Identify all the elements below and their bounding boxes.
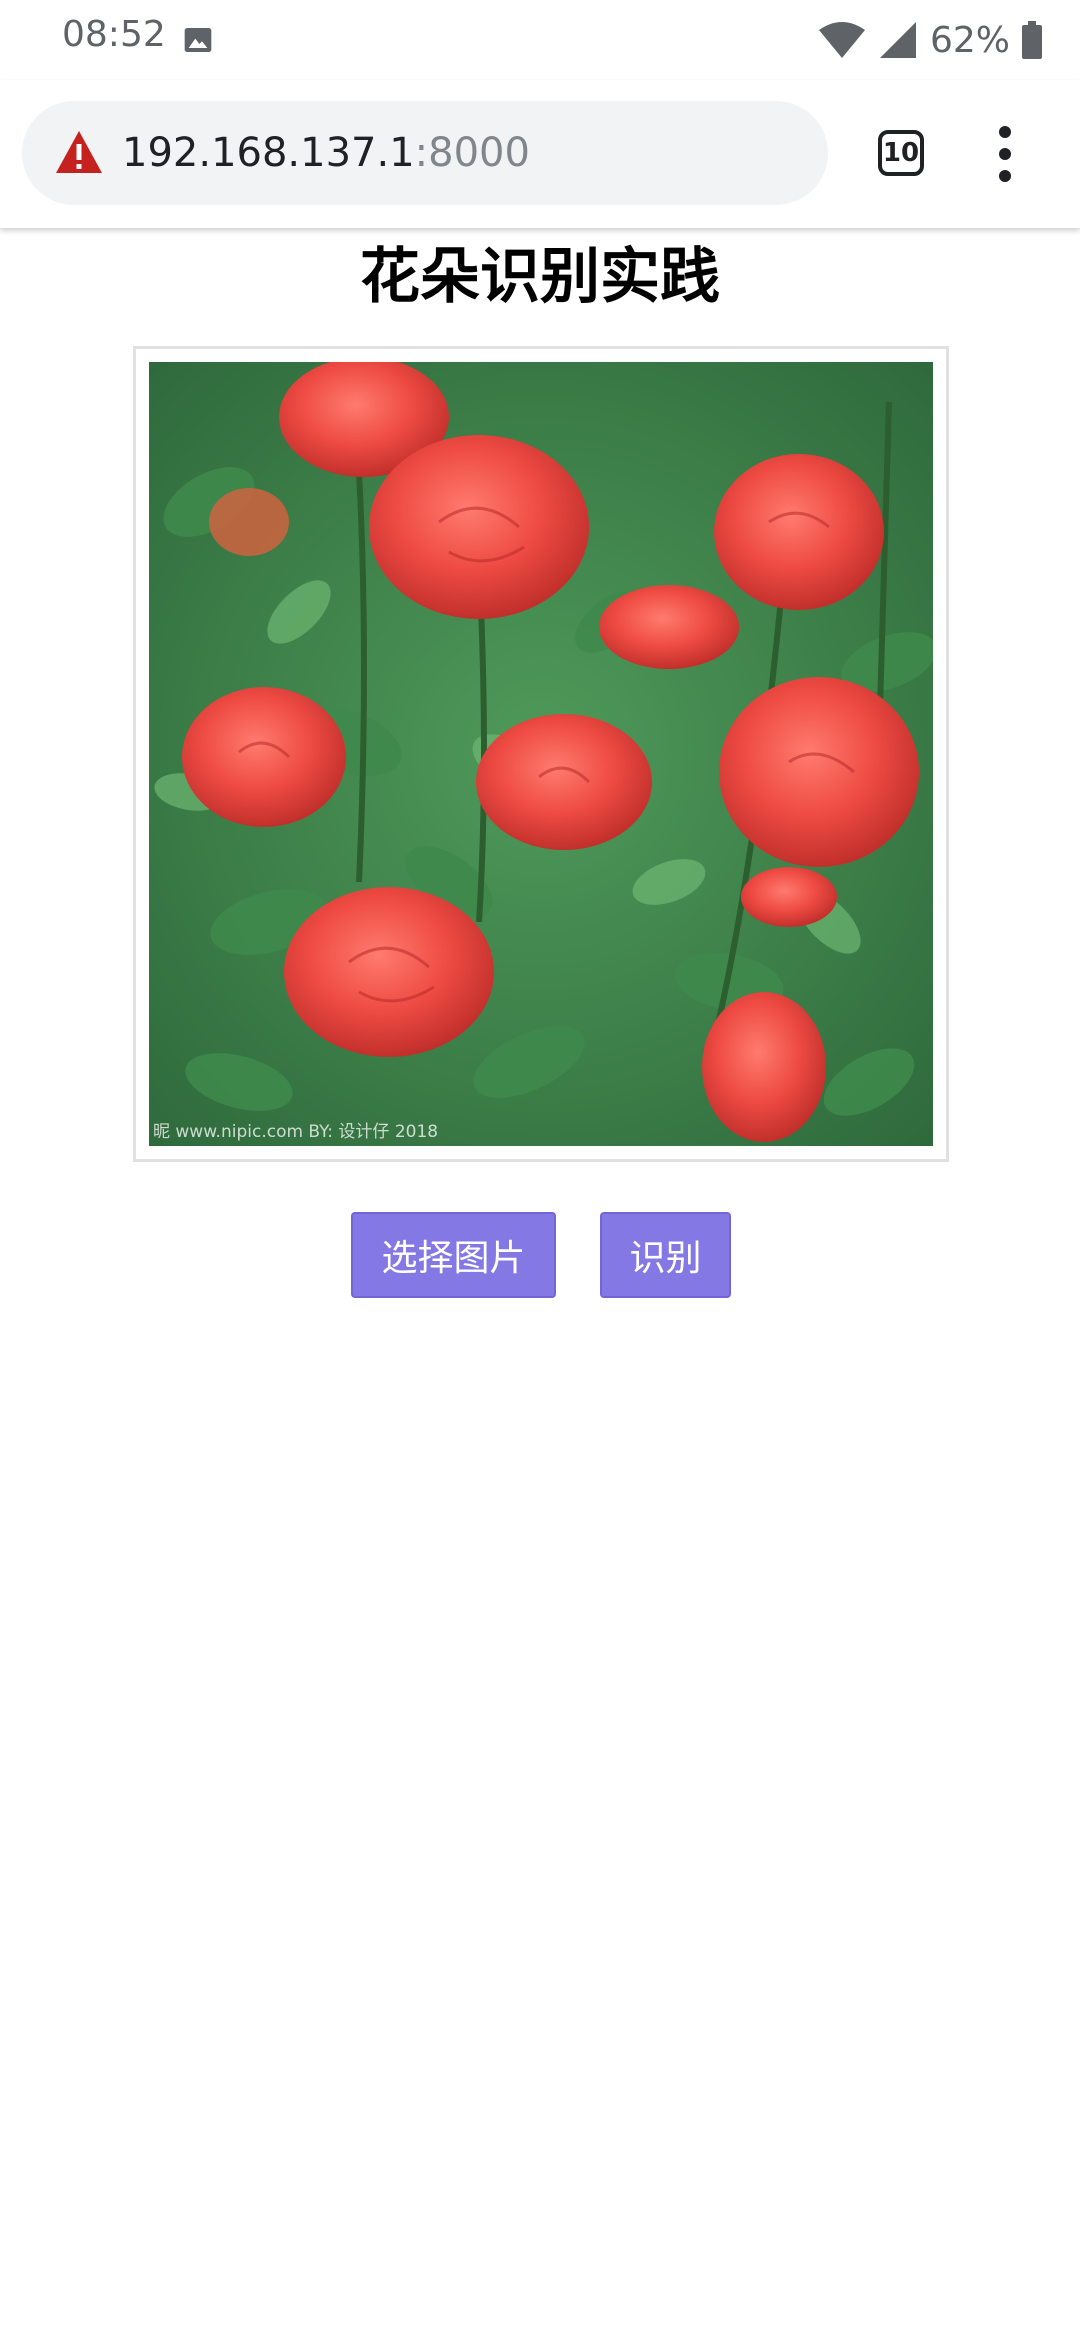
image-watermark: 昵 www.nipic.com BY: 设计仔 2018	[153, 1122, 439, 1142]
address-bar[interactable]: 192.168.137.1:8000	[22, 101, 828, 205]
status-right: 62%	[818, 14, 1042, 66]
select-image-button[interactable]: 选择图片	[351, 1212, 556, 1298]
battery-icon	[1022, 21, 1042, 59]
overflow-menu-icon[interactable]	[985, 126, 1025, 182]
flower-photo: 昵 www.nipic.com BY: 设计仔 2018	[149, 362, 933, 1146]
url-host: 192.168.137.1	[122, 130, 415, 176]
tab-switcher-icon[interactable]: 10	[878, 130, 924, 176]
recognize-button[interactable]: 识别	[600, 1212, 731, 1298]
image-preview-frame: 昵 www.nipic.com BY: 设计仔 2018	[133, 346, 949, 1162]
status-time: 08:52	[62, 14, 166, 55]
image-icon	[184, 28, 212, 52]
rose-bush-image	[149, 362, 933, 1146]
tab-count: 10	[882, 138, 920, 168]
browser-toolbar: 192.168.137.1:8000 10	[0, 80, 1080, 228]
page-title: 花朵识别实践	[360, 242, 720, 312]
wifi-icon	[818, 22, 865, 58]
signal-icon	[879, 22, 916, 58]
url-text[interactable]: 192.168.137.1:8000	[122, 125, 530, 181]
url-port: :8000	[414, 130, 530, 176]
status-bar: 08:52 62%	[0, 0, 1080, 80]
battery-percent: 62%	[929, 19, 1010, 61]
not-secure-warning-icon[interactable]	[54, 129, 104, 175]
